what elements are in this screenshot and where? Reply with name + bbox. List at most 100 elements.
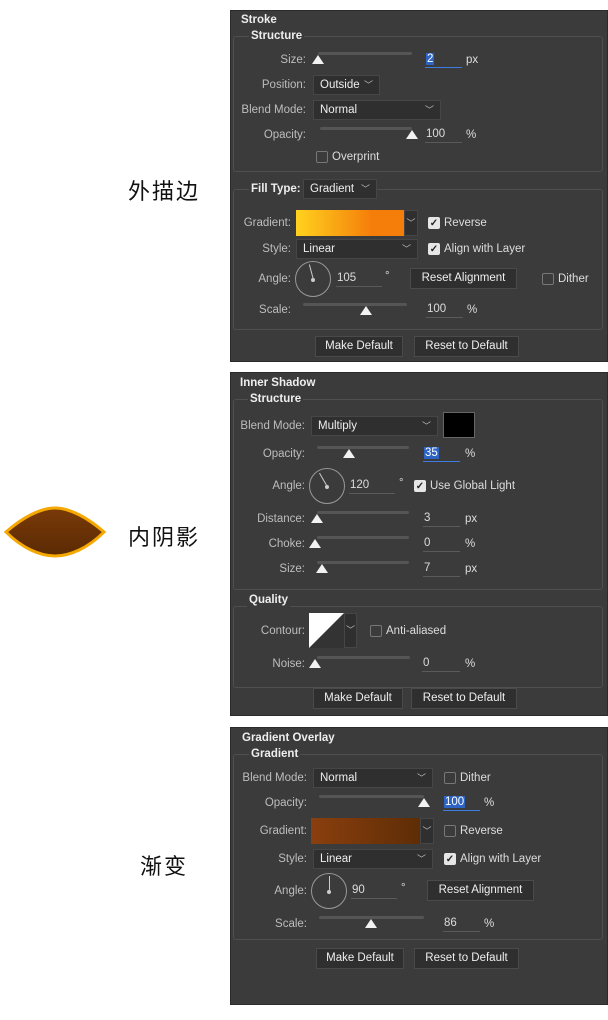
choke-label: Choke: [268, 538, 305, 550]
opacity-input[interactable]: 100 [425, 127, 462, 143]
structure-title: Structure [249, 29, 305, 43]
scale-slider[interactable] [303, 303, 407, 306]
angle-dial[interactable] [295, 261, 331, 297]
position-select[interactable]: Outside ﹀ [313, 75, 380, 95]
size-label: Size: [279, 563, 305, 575]
angle-label: Angle: [272, 480, 305, 492]
choke-input[interactable]: 0 [423, 536, 460, 552]
angle-label: Angle: [274, 885, 307, 897]
dither-checkbox[interactable] [542, 273, 554, 285]
distance-slider[interactable] [317, 511, 409, 514]
gradient-group-title: Gradient [249, 747, 301, 761]
blend-mode-select[interactable]: Normal ﹀ [313, 100, 441, 120]
opacity-slider-thumb[interactable] [343, 449, 355, 458]
reset-alignment-button[interactable]: Reset Alignment [410, 268, 517, 289]
blend-mode-label: Blend Mode: [240, 420, 305, 432]
caption-stroke: 外描边 [128, 180, 201, 205]
opacity-unit: % [484, 797, 495, 809]
reverse-label: Reverse [460, 825, 503, 837]
make-default-button[interactable]: Make Default [315, 336, 403, 357]
overprint-checkbox[interactable] [316, 151, 328, 163]
noise-unit: % [465, 658, 476, 670]
distance-unit: px [465, 513, 478, 525]
scale-slider-thumb[interactable] [365, 919, 377, 928]
size-label: Size: [280, 54, 306, 66]
contour-dropdown-chevron-icon[interactable]: ﹀ [344, 613, 357, 648]
chevron-down-icon: ﹀ [360, 184, 370, 194]
scale-slider-thumb[interactable] [360, 306, 372, 315]
contour-swatch[interactable] [309, 613, 344, 648]
opacity-input[interactable]: 35 [423, 446, 460, 462]
reset-alignment-button[interactable]: Reset Alignment [427, 880, 534, 901]
size-unit: px [466, 54, 479, 66]
style-select[interactable]: Linear ﹀ [296, 239, 418, 259]
make-default-button[interactable]: Make Default [313, 688, 403, 709]
size-slider-thumb[interactable] [316, 564, 328, 573]
contour-label: Contour: [260, 625, 305, 637]
dither-checkbox[interactable] [444, 772, 456, 784]
size-slider[interactable] [317, 561, 409, 564]
reverse-checkbox[interactable] [444, 825, 456, 837]
opacity-slider[interactable] [319, 795, 424, 798]
choke-unit: % [465, 538, 476, 550]
choke-slider[interactable] [317, 536, 409, 539]
style-select[interactable]: Linear ﹀ [313, 849, 433, 869]
noise-label: Noise: [272, 658, 305, 670]
distance-input[interactable]: 3 [423, 511, 460, 527]
anti-aliased-checkbox[interactable] [370, 625, 382, 637]
reverse-checkbox[interactable]: ✓ [428, 217, 440, 229]
style-label: Style: [262, 243, 291, 255]
noise-slider-thumb[interactable] [309, 659, 321, 668]
angle-dial[interactable] [311, 873, 347, 909]
angle-input[interactable]: 105 [336, 271, 382, 287]
reset-to-default-button[interactable]: Reset to Default [414, 336, 519, 357]
scale-label: Scale: [259, 304, 291, 316]
reset-to-default-button[interactable]: Reset to Default [414, 948, 519, 969]
noise-slider[interactable] [317, 656, 410, 659]
angle-dial[interactable] [309, 468, 345, 504]
opacity-unit: % [466, 129, 477, 141]
opacity-label: Opacity: [263, 129, 306, 141]
opacity-slider[interactable] [317, 446, 409, 449]
opacity-label: Opacity: [264, 797, 307, 809]
gradient-dropdown-chevron-icon[interactable]: ﹀ [420, 818, 434, 844]
blend-mode-select[interactable]: Multiply ﹀ [311, 416, 438, 436]
chevron-down-icon: ﹀ [416, 854, 426, 864]
fill-type-select[interactable]: Gradient ﹀ [303, 179, 377, 199]
use-global-light-label: Use Global Light [430, 480, 516, 492]
choke-slider-thumb[interactable] [309, 539, 321, 548]
align-with-layer-checkbox[interactable]: ✓ [428, 243, 440, 255]
quality-group [233, 606, 603, 688]
opacity-input[interactable]: 100 [443, 795, 480, 811]
chevron-down-icon: ﹀ [416, 773, 426, 783]
blend-mode-select[interactable]: Normal ﹀ [313, 768, 433, 788]
opacity-slider-thumb[interactable] [406, 130, 418, 139]
scale-input[interactable]: 100 [426, 302, 463, 318]
anti-aliased-label: Anti-aliased [386, 625, 447, 637]
reset-to-default-button[interactable]: Reset to Default [411, 688, 517, 709]
size-slider[interactable] [318, 52, 412, 55]
gradient-label: Gradient: [259, 825, 307, 837]
size-input[interactable]: 2 [425, 52, 462, 68]
use-global-light-checkbox[interactable]: ✓ [414, 480, 426, 492]
quality-title: Quality [247, 593, 290, 607]
opacity-slider[interactable] [320, 127, 412, 130]
scale-input[interactable]: 86 [443, 916, 480, 932]
stroke-title: Stroke [239, 13, 279, 27]
angle-input[interactable]: 120 [349, 478, 395, 494]
size-input[interactable]: 7 [423, 561, 460, 577]
gradient-swatch[interactable] [296, 210, 404, 236]
gradient-swatch[interactable] [311, 818, 420, 844]
make-default-button[interactable]: Make Default [316, 948, 404, 969]
distance-slider-thumb[interactable] [311, 514, 323, 523]
angle-input[interactable]: 90 [351, 883, 397, 899]
size-slider-thumb[interactable] [312, 55, 324, 64]
gradient-dropdown-chevron-icon[interactable]: ﹀ [404, 210, 418, 236]
shadow-color-swatch[interactable] [443, 412, 475, 438]
opacity-slider-thumb[interactable] [418, 798, 430, 807]
noise-input[interactable]: 0 [422, 656, 460, 672]
distance-label: Distance: [257, 513, 305, 525]
dither-label: Dither [558, 273, 589, 285]
align-with-layer-checkbox[interactable]: ✓ [444, 853, 456, 865]
style-label: Style: [278, 853, 307, 865]
